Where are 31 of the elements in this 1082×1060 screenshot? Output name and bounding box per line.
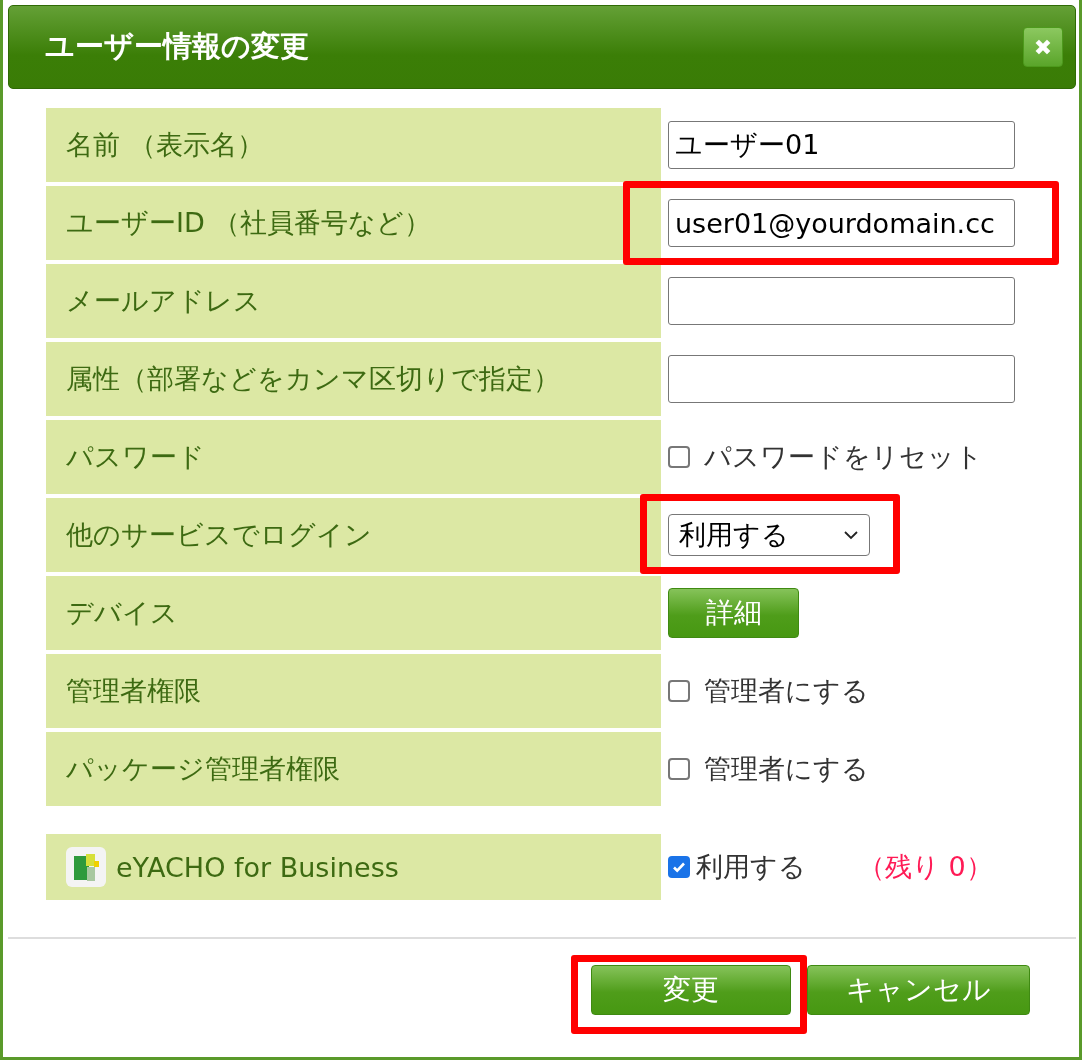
checkbox[interactable] <box>668 680 690 702</box>
field-label: 名前 （表示名） <box>46 108 661 182</box>
chevron-down-icon <box>843 530 859 540</box>
field-label: 管理者権限 <box>46 654 661 728</box>
field-label: パスワード <box>46 420 661 494</box>
checkbox[interactable] <box>668 446 690 468</box>
select-field[interactable]: 利用する <box>668 514 870 556</box>
checkbox-label: パスワードをリセット <box>704 440 983 474</box>
remaining-count: （残り 0） <box>858 850 993 884</box>
field-label: パッケージ管理者権限 <box>46 732 661 806</box>
checkbox-label: 管理者にする <box>704 752 869 786</box>
app-name: eYACHO for Business <box>116 851 399 883</box>
checkbox-label: 管理者にする <box>704 674 869 708</box>
dialog-title: ユーザー情報の変更 <box>45 28 309 65</box>
text-field[interactable]: ユーザー01 <box>668 121 1015 169</box>
details-button[interactable]: 詳細 <box>668 588 799 638</box>
checkbox[interactable] <box>668 758 690 780</box>
cancel-button[interactable]: キャンセル <box>807 965 1030 1015</box>
field-label: 他のサービスでログイン <box>46 498 661 572</box>
text-field[interactable] <box>668 277 1015 325</box>
field-label: デバイス <box>46 576 661 650</box>
close-button[interactable]: ✖ <box>1023 27 1063 67</box>
submit-button[interactable]: 変更 <box>591 965 791 1015</box>
field-label: メールアドレス <box>46 264 661 338</box>
field-label: ユーザーID （社員番号など） <box>46 186 661 260</box>
text-field[interactable] <box>668 355 1015 403</box>
checkbox[interactable] <box>668 856 690 878</box>
app-logo-icon <box>66 847 106 887</box>
field-label: 属性（部署などをカンマ区切りで指定） <box>46 342 661 416</box>
checkbox-label: 利用する <box>696 850 806 884</box>
text-field[interactable]: user01@yourdomain.cc <box>668 199 1015 247</box>
